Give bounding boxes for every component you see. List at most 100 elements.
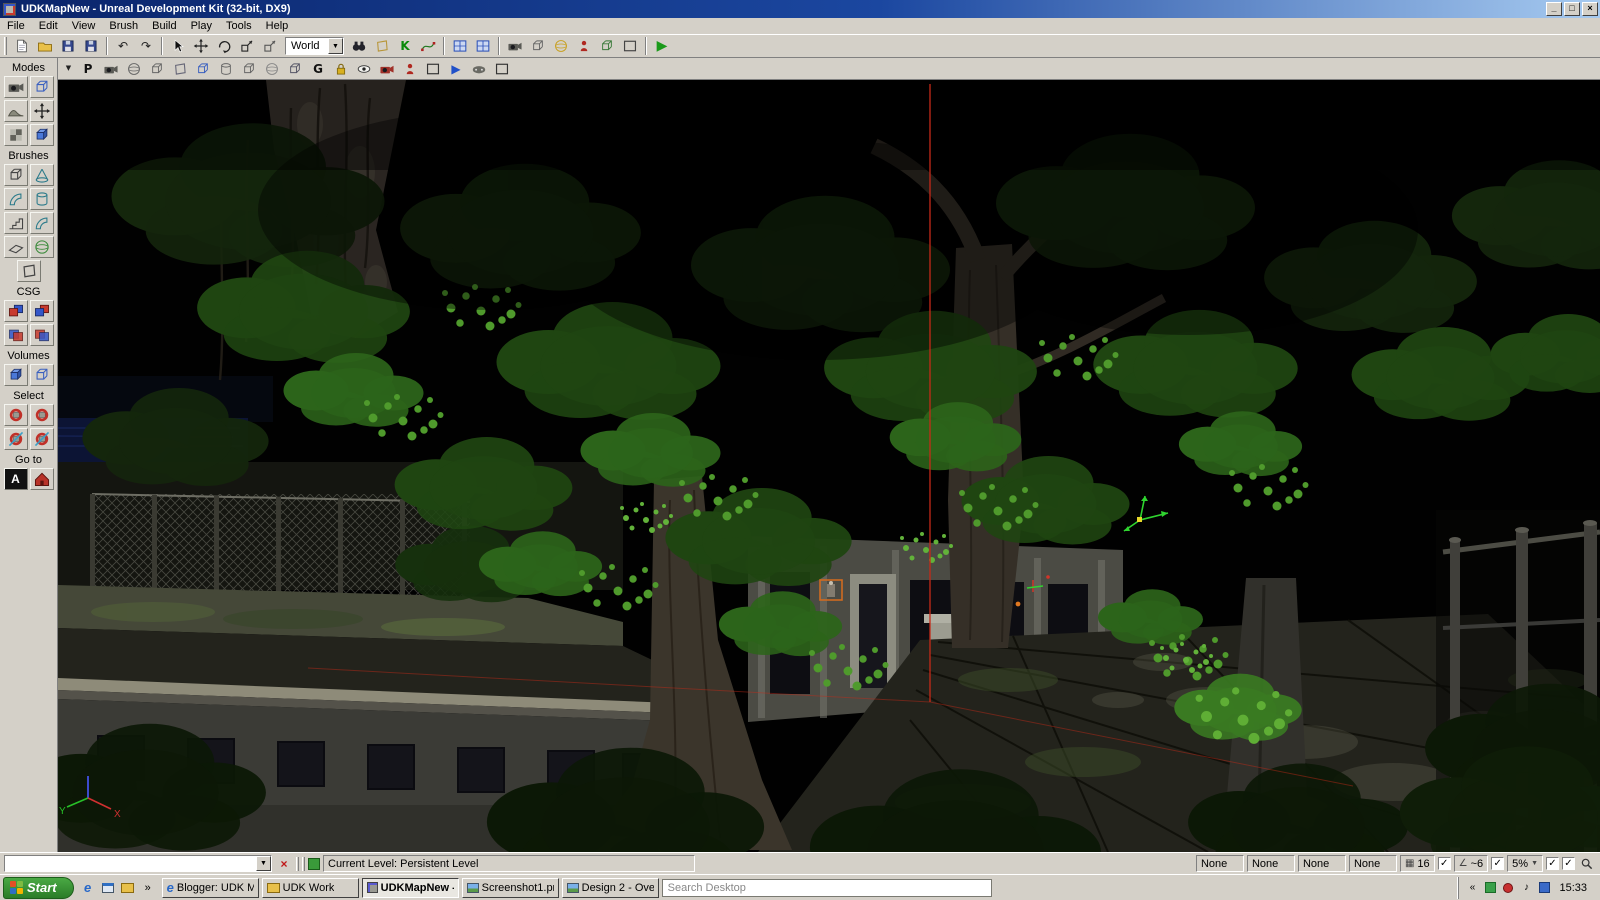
antivirus-tray-icon[interactable] xyxy=(1483,881,1497,895)
invert-selection-button[interactable] xyxy=(3,428,28,450)
task-button-screenshot[interactable]: Screenshot1.pn... xyxy=(461,877,559,898)
csg-intersect-button[interactable] xyxy=(3,324,28,346)
new-map-button[interactable] xyxy=(11,36,33,56)
select-tool-button[interactable] xyxy=(167,36,189,56)
curve-editor-button[interactable] xyxy=(417,36,439,56)
task-button-udkmapnew[interactable]: UDKMapNew -... xyxy=(361,877,459,898)
menu-file[interactable]: File xyxy=(0,19,32,33)
window-titlebar[interactable]: UDKMapNew - Unreal Development Kit (32-b… xyxy=(0,0,1600,18)
csg-add-button[interactable] xyxy=(3,300,28,322)
camera-button[interactable] xyxy=(504,36,526,56)
csg-subtract-button[interactable] xyxy=(29,300,54,322)
lightmap-density-button[interactable] xyxy=(284,58,306,79)
curved-staircase-brush-button[interactable] xyxy=(3,188,28,210)
sphere-brush-button[interactable] xyxy=(29,236,54,258)
menu-build[interactable]: Build xyxy=(145,19,183,33)
statusbar-combo[interactable]: ▼ xyxy=(4,855,272,872)
translate-tool-button[interactable] xyxy=(190,36,212,56)
perspective-viewport[interactable]: Y X xyxy=(58,80,1600,852)
texture-density-button[interactable] xyxy=(261,58,283,79)
rotate-tool-button[interactable] xyxy=(213,36,235,56)
select-touching-button[interactable] xyxy=(29,404,54,426)
texture-mode-button[interactable] xyxy=(3,124,28,146)
deselect-all-button[interactable] xyxy=(29,428,54,450)
camera-mode-button[interactable] xyxy=(3,76,28,98)
goto-actor-button[interactable]: A xyxy=(3,468,28,490)
lock-to-camera-button[interactable] xyxy=(376,58,398,79)
cube-brush-button[interactable] xyxy=(3,164,28,186)
statusbar-grip[interactable] xyxy=(296,856,299,871)
search-button[interactable] xyxy=(348,36,370,56)
close-button[interactable]: × xyxy=(1582,2,1598,16)
internet-explorer-icon[interactable]: e xyxy=(79,879,97,897)
build-paths-button[interactable] xyxy=(573,36,595,56)
menu-edit[interactable]: Edit xyxy=(32,19,65,33)
camera-speed-button[interactable] xyxy=(100,58,122,79)
redo-button[interactable]: ↷ xyxy=(135,36,157,56)
staircase-brush-button[interactable] xyxy=(3,212,28,234)
menu-help[interactable]: Help xyxy=(259,19,296,33)
menu-play[interactable]: Play xyxy=(184,19,219,33)
goto-builder-brush-button[interactable] xyxy=(29,468,54,490)
show-flags-button[interactable] xyxy=(353,58,375,79)
menu-tools[interactable]: Tools xyxy=(219,19,259,33)
drag-grid-field[interactable]: ▦ 16 xyxy=(1399,855,1435,872)
content-browser-button[interactable] xyxy=(371,36,393,56)
scale-tool-button[interactable] xyxy=(236,36,258,56)
build-geometry-button[interactable] xyxy=(527,36,549,56)
add-volume-button[interactable] xyxy=(3,364,28,386)
save-all-button[interactable] xyxy=(80,36,102,56)
lighting-only-button[interactable] xyxy=(215,58,237,79)
task-button-blogger[interactable]: e Blogger: UDK M... xyxy=(161,877,259,898)
undo-button[interactable]: ↶ xyxy=(112,36,134,56)
possess-player-button[interactable] xyxy=(399,58,421,79)
build-all-button[interactable] xyxy=(596,36,618,56)
unlit-view-button[interactable] xyxy=(146,58,168,79)
coordinate-system-select[interactable]: World ▼ xyxy=(285,37,344,55)
maximize-button[interactable]: □ xyxy=(1564,2,1580,16)
translate-mode-button[interactable] xyxy=(29,100,54,122)
scale-snap-field[interactable]: 5% ▼ xyxy=(1507,855,1543,872)
show-desktop-icon[interactable] xyxy=(99,879,117,897)
game-view-button[interactable]: G xyxy=(307,58,329,79)
chevron-down-icon[interactable]: ▼ xyxy=(1531,860,1538,867)
sheet-brush-button[interactable] xyxy=(3,236,28,258)
select-inside-button[interactable] xyxy=(3,404,28,426)
realtime-playback-button[interactable]: ▶ xyxy=(445,58,467,79)
lock-viewport-button[interactable] xyxy=(330,58,352,79)
viewport-layout-1-button[interactable] xyxy=(449,36,471,56)
drag-grid-checkbox[interactable]: ✓ xyxy=(1437,857,1451,870)
preview-frame-button[interactable] xyxy=(619,36,641,56)
viewport-options-dropdown[interactable]: ▼ xyxy=(61,58,76,79)
build-lighting-button[interactable] xyxy=(550,36,572,56)
tray-collapse-chevron[interactable]: « xyxy=(1465,881,1479,895)
menu-brush[interactable]: Brush xyxy=(102,19,145,33)
volume-tray-icon[interactable]: ♪ xyxy=(1519,881,1533,895)
minimize-button[interactable]: _ xyxy=(1546,2,1562,16)
task-button-design2[interactable]: Design 2 - Over... xyxy=(561,877,659,898)
perspective-view-button[interactable]: P xyxy=(77,58,99,79)
csg-deintersect-button[interactable] xyxy=(29,324,54,346)
rotation-grid-field[interactable]: ∠ ~6 xyxy=(1453,855,1489,872)
cone-brush-button[interactable] xyxy=(29,164,54,186)
cylinder-brush-button[interactable] xyxy=(29,188,54,210)
statusbar-grip[interactable] xyxy=(302,856,305,871)
lit-view-button[interactable] xyxy=(169,58,191,79)
kismet-button[interactable]: K xyxy=(394,36,416,56)
quicklaunch-overflow-chevron[interactable]: » xyxy=(139,879,157,897)
detail-lighting-button[interactable] xyxy=(192,58,214,79)
zoom-button[interactable] xyxy=(1578,854,1596,873)
wireframe-view-button[interactable] xyxy=(123,58,145,79)
gamepad-control-button[interactable] xyxy=(468,58,490,79)
chevron-down-icon[interactable]: ▼ xyxy=(256,856,271,871)
save-button[interactable] xyxy=(57,36,79,56)
search-desktop-input[interactable] xyxy=(661,878,992,897)
open-map-button[interactable] xyxy=(34,36,56,56)
scale-nonuniform-tool-button[interactable] xyxy=(259,36,281,56)
start-button[interactable]: Start xyxy=(3,876,74,899)
rotation-grid-checkbox[interactable]: ✓ xyxy=(1491,857,1505,870)
geometry-mode-button[interactable] xyxy=(29,76,54,98)
display-tray-icon[interactable] xyxy=(1537,881,1551,895)
viewport-layout-2-button[interactable] xyxy=(472,36,494,56)
autosave-checkbox[interactable]: ✓ xyxy=(1546,857,1559,870)
